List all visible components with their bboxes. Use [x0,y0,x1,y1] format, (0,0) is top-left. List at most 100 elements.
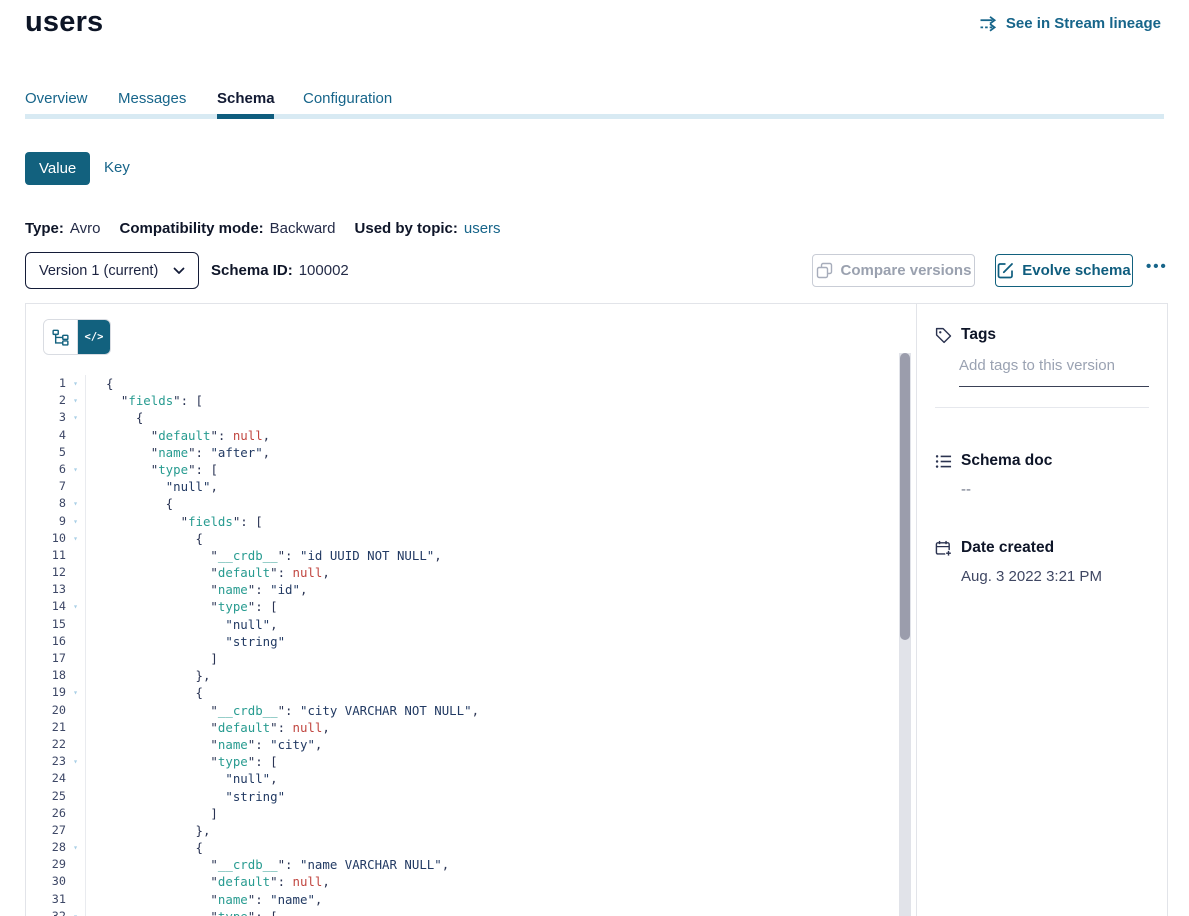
fold-toggle-icon[interactable]: ▾ [66,839,85,856]
more-options-button[interactable]: ••• [1146,258,1168,275]
code-text: }, [85,667,916,684]
code-line: 5 "name": "after", [26,444,916,461]
code-text: "string" [85,633,916,650]
fold-toggle-icon[interactable]: ▾ [66,461,85,478]
tab-schema[interactable]: Schema [217,90,275,107]
code-view-toggle[interactable]: </> [77,320,110,354]
code-line: 28▾ { [26,839,916,856]
fold-toggle-icon[interactable]: ▾ [66,495,85,512]
compare-versions-button[interactable]: Compare versions [812,254,975,287]
code-line: 12 "default": null, [26,564,916,581]
code-line: 23▾ "type": [ [26,753,916,770]
fold-toggle-icon[interactable]: ▾ [66,753,85,770]
tags-section-header: Tags [935,326,1149,344]
code-text: "null", [85,770,916,787]
fold-toggle-icon[interactable]: ▾ [66,908,85,916]
code-line: 4 "default": null, [26,427,916,444]
fold-spacer [66,873,85,890]
line-number: 8 [26,495,66,512]
code-text: "name": "name", [85,891,916,908]
fold-spacer [66,856,85,873]
line-number: 26 [26,805,66,822]
scrollbar-thumb[interactable] [900,353,910,640]
fold-toggle-icon[interactable]: ▾ [66,409,85,426]
code-line: 17 ] [26,650,916,667]
code-pane: </> 1▾{2▾ "fields": [3▾ {4 "default": nu… [26,304,917,916]
code-text: { [85,375,916,392]
code-text: ] [85,805,916,822]
fold-toggle-icon[interactable]: ▾ [66,375,85,392]
fold-spacer [66,564,85,581]
fold-toggle-icon[interactable]: ▾ [66,530,85,547]
type-label: Type: [25,220,64,237]
line-number: 24 [26,770,66,787]
tab-overview[interactable]: Overview [25,90,88,107]
compare-versions-icon [816,262,833,279]
code-line: 8▾ { [26,495,916,512]
fold-toggle-icon[interactable]: ▾ [66,392,85,409]
schema-id: Schema ID: 100002 [211,262,349,279]
line-number: 17 [26,650,66,667]
scrollbar-track[interactable] [899,353,911,916]
fold-spacer [66,805,85,822]
code-line: 16 "string" [26,633,916,650]
tab-messages[interactable]: Messages [118,90,186,107]
schema-sidebar: Tags Schema doc -- [917,304,1167,916]
code-line: 1▾{ [26,375,916,392]
topic-link[interactable]: users [464,220,501,237]
schema-id-value: 100002 [299,262,349,279]
code-line: 19▾ { [26,684,916,701]
value-toggle-button[interactable]: Value [25,152,90,185]
code-text: "__crdb__": "id UUID NOT NULL", [85,547,916,564]
sidebar-divider [935,407,1149,408]
fold-spacer [66,702,85,719]
code-text: "type": [ [85,753,916,770]
code-text: "fields": [ [85,392,916,409]
code-line: 25 "string" [26,788,916,805]
stream-lineage-link[interactable]: See in Stream lineage [980,15,1161,32]
line-number: 4 [26,427,66,444]
date-created-section-header: Date created [935,539,1149,557]
schema-doc-heading: Schema doc [961,452,1052,470]
code-text: "default": null, [85,427,916,444]
key-toggle-button[interactable]: Key [104,159,130,176]
type-value: Avro [70,220,101,237]
code-text: "default": null, [85,719,916,736]
fold-toggle-icon[interactable]: ▾ [66,513,85,530]
line-number: 32 [26,908,66,916]
evolve-schema-button[interactable]: Evolve schema [995,254,1133,287]
edit-icon [997,262,1014,279]
fold-spacer [66,547,85,564]
tab-configuration[interactable]: Configuration [303,90,392,107]
line-number: 12 [26,564,66,581]
line-number: 29 [26,856,66,873]
code-editor[interactable]: 1▾{2▾ "fields": [3▾ {4 "default": null,5… [26,359,916,916]
fold-spacer [66,770,85,787]
tags-input[interactable] [959,357,1149,374]
fold-spacer [66,736,85,753]
code-text: }, [85,822,916,839]
line-number: 1 [26,375,66,392]
code-text: "default": null, [85,873,916,890]
view-toggle-group: </> [43,319,111,355]
line-number: 18 [26,667,66,684]
code-line: 13 "name": "id", [26,581,916,598]
code-line: 32▾ "type": [ [26,908,916,916]
fold-spacer [66,478,85,495]
tag-icon [935,327,952,344]
compatibility-mode-value: Backward [270,220,336,237]
code-line: 21 "default": null, [26,719,916,736]
version-select[interactable]: Version 1 (current) [25,252,199,289]
tabs-active-underline [217,114,274,119]
code-line: 31 "name": "name", [26,891,916,908]
tree-view-toggle[interactable] [44,320,77,354]
fold-toggle-icon[interactable]: ▾ [66,598,85,615]
code-line: 6▾ "type": [ [26,461,916,478]
fold-toggle-icon[interactable]: ▾ [66,684,85,701]
fold-spacer [66,822,85,839]
schema-doc-section-header: Schema doc [935,452,1149,470]
line-number: 25 [26,788,66,805]
code-line: 9▾ "fields": [ [26,513,916,530]
line-number: 22 [26,736,66,753]
code-text: "default": null, [85,564,916,581]
